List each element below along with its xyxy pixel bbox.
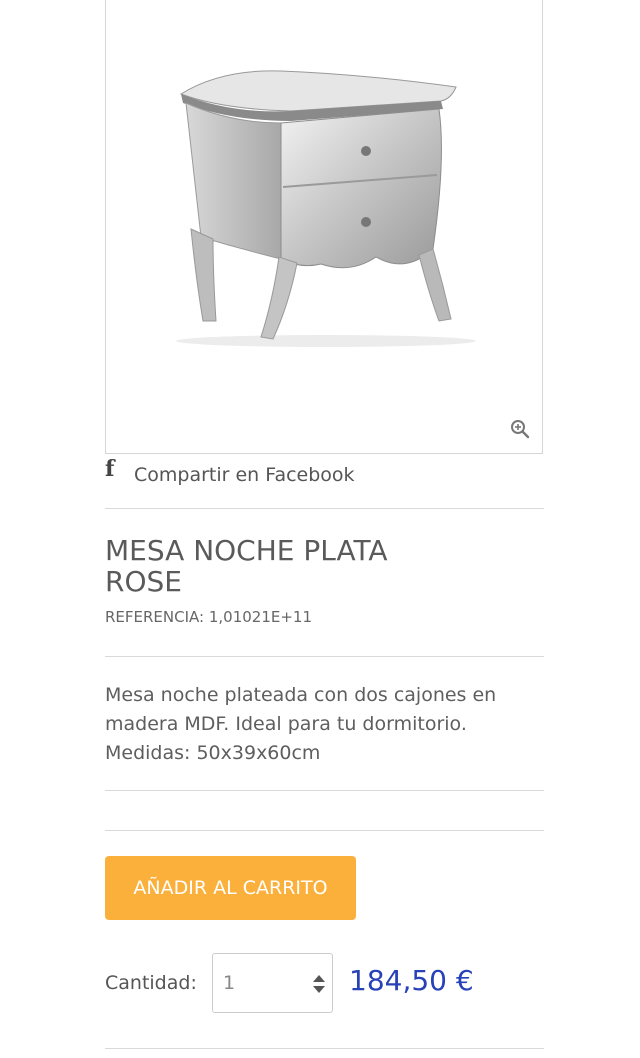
divider	[105, 830, 544, 831]
facebook-share-link[interactable]: f Compartir en Facebook	[105, 458, 355, 492]
product-reference: REFERENCIA: 1,01021E+11	[105, 608, 313, 626]
quantity-input[interactable]	[213, 954, 313, 1012]
divider	[105, 790, 544, 791]
add-to-cart-button[interactable]: AÑADIR AL CARRITO	[105, 856, 356, 920]
share-label: Compartir en Facebook	[134, 464, 355, 486]
quantity-label: Cantidad:	[105, 972, 197, 994]
product-price: 184,50 €	[349, 964, 474, 997]
quantity-stepper[interactable]	[212, 953, 333, 1013]
divider	[105, 1048, 544, 1049]
divider	[105, 656, 544, 657]
product-image[interactable]	[105, 0, 543, 454]
stepper-arrows-icon[interactable]	[312, 973, 326, 995]
product-description: Mesa noche plateada con dos cajones en m…	[105, 684, 497, 764]
facebook-icon: f	[105, 456, 115, 482]
zoom-icon[interactable]	[510, 419, 530, 439]
product-title: MESA NOCHE PLATA ROSE	[105, 534, 388, 598]
nightstand-image	[176, 70, 476, 347]
divider	[105, 508, 544, 509]
